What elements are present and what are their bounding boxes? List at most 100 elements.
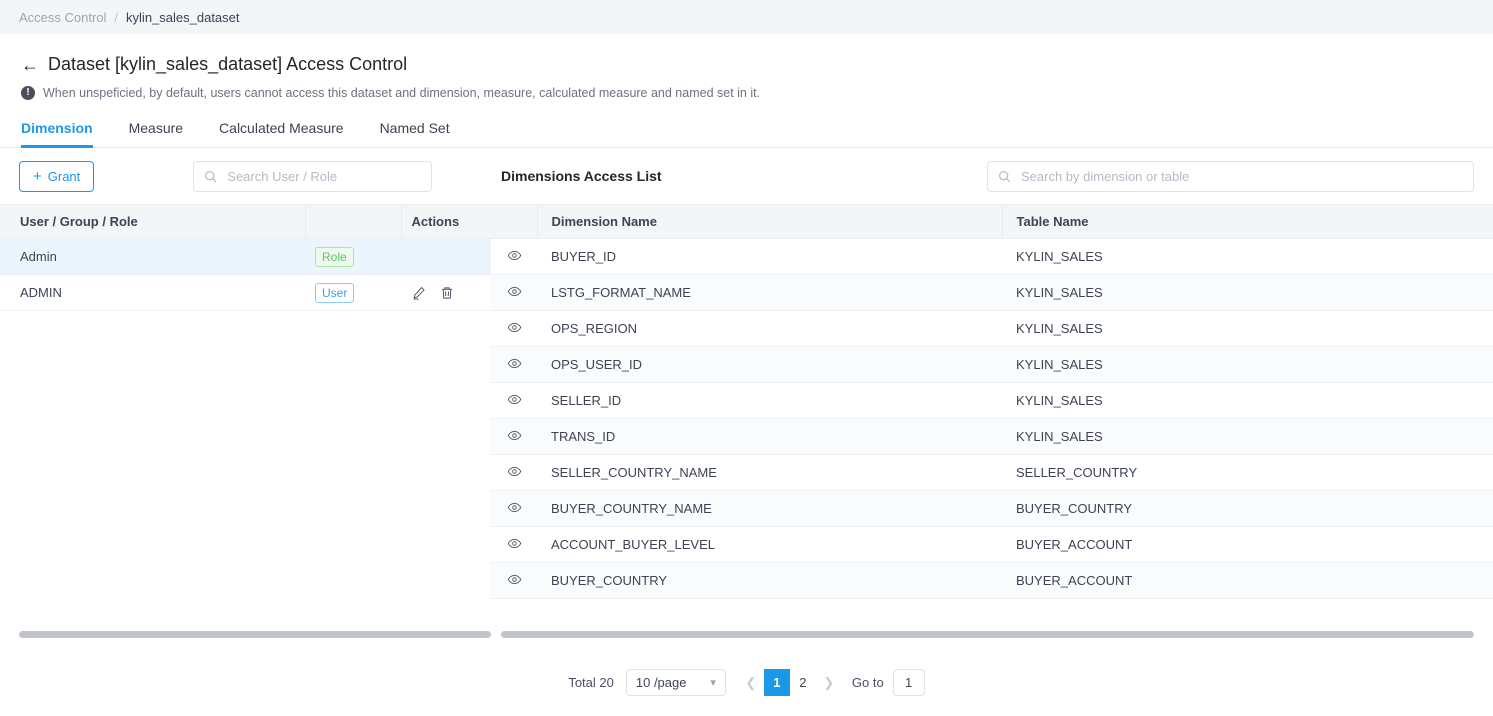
actions-cell — [401, 238, 491, 275]
edit-icon[interactable] — [411, 285, 427, 301]
column-dimension-name: Dimension Name — [536, 204, 1002, 239]
eye-icon[interactable] — [507, 248, 522, 263]
visibility-cell — [491, 490, 537, 527]
eye-icon[interactable] — [507, 572, 522, 587]
table-row[interactable]: SELLER_ID KYLIN_SALES — [491, 382, 1493, 419]
table-row[interactable]: BUYER_ID KYLIN_SALES — [491, 238, 1493, 275]
table-name-cell: BUYER_ACCOUNT — [1002, 526, 1493, 563]
badge-cell: User — [305, 274, 401, 311]
user-role-table-body: Admin Role ADMIN User — [0, 238, 491, 311]
horizontal-scrollbar[interactable] — [501, 630, 1474, 639]
horizontal-scrollbar[interactable] — [19, 630, 491, 639]
info-icon: ! — [21, 86, 35, 100]
visibility-cell — [491, 526, 537, 563]
tab-bar: Dimension Measure Calculated Measure Nam… — [0, 120, 1493, 148]
actions-cell — [401, 274, 491, 311]
eye-icon[interactable] — [507, 536, 522, 551]
dimension-name-cell: BUYER_COUNTRY_NAME — [537, 490, 1002, 527]
table-name-cell: KYLIN_SALES — [1002, 274, 1493, 311]
page-size-value: 10 /page — [635, 675, 687, 690]
table-row[interactable]: TRANS_ID KYLIN_SALES — [491, 418, 1493, 455]
status-badge: Role — [315, 246, 354, 267]
user-name-cell: ADMIN — [0, 274, 305, 311]
tab-calculated-measure[interactable]: Calculated Measure — [219, 120, 344, 147]
dimensions-table-head: Dimension Name Table Name — [491, 204, 1493, 239]
chevron-right-icon[interactable]: ❯ — [816, 669, 842, 696]
pagination: Total 20 10 /page ▾ ❮ 1 2 ❯ Go to — [0, 669, 1493, 696]
dimensions-panel: Dimensions Access List Dimension Name Ta… — [491, 148, 1493, 639]
search-input[interactable] — [1019, 167, 1463, 185]
table-name-cell: KYLIN_SALES — [1002, 346, 1493, 383]
eye-icon[interactable] — [507, 284, 522, 299]
eye-icon[interactable] — [507, 356, 522, 371]
breadcrumb: Access Control / kylin_sales_dataset — [0, 0, 1493, 34]
table-row[interactable]: ADMIN User — [0, 274, 491, 311]
visibility-cell — [491, 454, 537, 491]
delete-icon[interactable] — [439, 285, 455, 301]
search-icon — [998, 170, 1011, 183]
visibility-cell — [491, 238, 537, 275]
dimension-name-cell: LSTG_FORMAT_NAME — [537, 274, 1002, 311]
main-content: + Grant User / Group / Role Actions — [0, 148, 1493, 639]
chevron-left-icon[interactable]: ❮ — [738, 669, 764, 696]
column-user-group-role: User / Group / Role — [0, 204, 305, 239]
table-row[interactable]: BUYER_COUNTRY_NAME BUYER_COUNTRY — [491, 490, 1493, 527]
user-role-table-head: User / Group / Role Actions — [0, 204, 491, 239]
dimension-search[interactable] — [987, 160, 1474, 192]
status-badge: User — [315, 282, 355, 303]
table-row[interactable]: BUYER_COUNTRY BUYER_ACCOUNT — [491, 562, 1493, 599]
eye-icon[interactable] — [507, 500, 522, 515]
breadcrumb-separator: / — [114, 9, 119, 25]
tab-named-set[interactable]: Named Set — [380, 120, 450, 147]
grant-button[interactable]: + Grant — [19, 160, 95, 192]
table-row[interactable]: OPS_USER_ID KYLIN_SALES — [491, 346, 1493, 383]
visibility-cell — [491, 382, 537, 419]
grant-button-label: Grant — [47, 168, 81, 184]
table-row[interactable]: SELLER_COUNTRY_NAME SELLER_COUNTRY — [491, 454, 1493, 491]
dimension-name-cell: ACCOUNT_BUYER_LEVEL — [537, 526, 1002, 563]
visibility-cell — [491, 418, 537, 455]
visibility-cell — [491, 310, 537, 347]
table-name-cell: BUYER_COUNTRY — [1002, 490, 1493, 527]
scrollbar-thumb[interactable] — [19, 631, 491, 638]
visibility-cell — [491, 274, 537, 311]
table-row[interactable]: LSTG_FORMAT_NAME KYLIN_SALES — [491, 274, 1493, 311]
visibility-cell — [491, 346, 537, 383]
dimension-name-cell: BUYER_COUNTRY — [537, 562, 1002, 599]
tab-dimension[interactable]: Dimension — [21, 120, 93, 148]
dimensions-table-body: BUYER_ID KYLIN_SALES LSTG_FORMAT_NAME KYLIN… — [491, 238, 1493, 599]
table-row[interactable]: ACCOUNT_BUYER_LEVEL BUYER_ACCOUNT — [491, 526, 1493, 563]
tab-measure[interactable]: Measure — [129, 120, 183, 147]
dimension-name-cell: SELLER_COUNTRY_NAME — [537, 454, 1002, 491]
table-row[interactable]: OPS_REGION KYLIN_SALES — [491, 310, 1493, 347]
page-button-1[interactable]: 1 — [763, 669, 790, 696]
column-visibility — [491, 204, 537, 239]
eye-icon[interactable] — [507, 320, 522, 335]
plus-icon: + — [33, 167, 42, 185]
column-actions: Actions — [400, 204, 491, 239]
column-table-name: Table Name — [1001, 204, 1493, 239]
dimension-name-cell: TRANS_ID — [537, 418, 1002, 455]
visibility-cell — [491, 562, 537, 599]
user-role-panel: + Grant User / Group / Role Actions — [0, 148, 491, 639]
search-input[interactable] — [225, 167, 422, 185]
dimensions-toolbar: Dimensions Access List — [491, 148, 1493, 204]
user-role-table: User / Group / Role Actions Admin Role A… — [0, 204, 491, 311]
goto-input[interactable] — [892, 669, 925, 696]
table-row[interactable]: Admin Role — [0, 238, 491, 275]
arrow-left-icon[interactable]: ← — [21, 56, 39, 74]
breadcrumb-parent-link[interactable]: Access Control — [19, 10, 106, 25]
user-role-search[interactable] — [193, 160, 433, 192]
page-size-select[interactable]: 10 /page ▾ — [625, 669, 726, 696]
table-header-row: Dimension Name Table Name — [491, 204, 1493, 239]
eye-icon[interactable] — [507, 464, 522, 479]
eye-icon[interactable] — [507, 428, 522, 443]
eye-icon[interactable] — [507, 392, 522, 407]
scrollbar-thumb[interactable] — [501, 631, 1474, 638]
page-button-2[interactable]: 2 — [789, 669, 816, 696]
table-name-cell: KYLIN_SALES — [1002, 310, 1493, 347]
user-name-cell: Admin — [0, 238, 305, 275]
column-badge — [304, 204, 401, 239]
info-text: When unspeficied, by default, users cann… — [43, 86, 761, 100]
page-title-row: ← Dataset [kylin_sales_dataset] Access C… — [21, 54, 1493, 75]
